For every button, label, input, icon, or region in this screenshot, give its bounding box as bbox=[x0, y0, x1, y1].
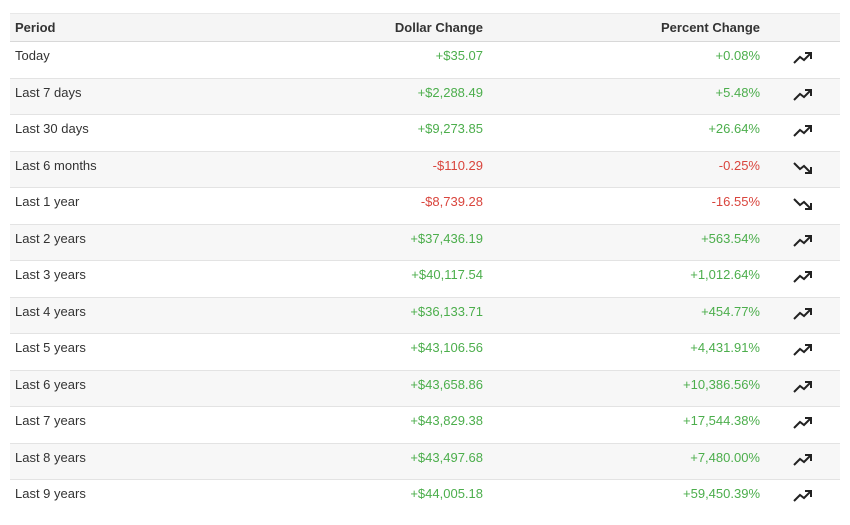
table-row: Last 3 years +$40,117.54 +1,012.64% bbox=[10, 261, 840, 298]
trending-up-icon bbox=[792, 417, 813, 433]
table-row: Last 2 years +$37,436.19 +563.54% bbox=[10, 224, 840, 261]
percent-change-cell: +563.54% bbox=[701, 230, 760, 246]
price-change-table: Period Dollar Change Percent Change Toda… bbox=[10, 13, 840, 516]
percent-change-cell: +26.64% bbox=[708, 121, 760, 136]
table-body: Today +$35.07 +0.08% Last 7 days +$2,288… bbox=[10, 42, 840, 517]
period-cell: Last 3 years bbox=[15, 267, 86, 282]
percent-change-column-header: Percent Change bbox=[661, 20, 760, 35]
percent-change-cell: +59,450.39% bbox=[683, 486, 760, 501]
period-cell: Last 4 years bbox=[15, 303, 86, 319]
trend-icon-cell bbox=[765, 443, 840, 480]
percent-change-cell: +7,480.00% bbox=[690, 449, 760, 465]
dollar-change-cell: +$44,005.18 bbox=[410, 486, 483, 501]
table-row: Last 5 years +$43,106.56 +4,431.91% bbox=[10, 334, 840, 371]
table-row: Last 7 years +$43,829.38 +17,544.38% bbox=[10, 407, 840, 444]
trending-down-icon bbox=[792, 198, 813, 214]
dollar-change-cell: +$37,436.19 bbox=[410, 230, 483, 246]
period-cell: Last 6 years bbox=[15, 376, 86, 392]
table-row: Last 7 days +$2,288.49 +5.48% bbox=[10, 78, 840, 115]
trending-up-icon bbox=[792, 125, 813, 141]
trend-icon-cell bbox=[765, 115, 840, 152]
percent-change-cell: +0.08% bbox=[715, 48, 760, 63]
trending-down-icon bbox=[792, 161, 813, 178]
table-row: Last 30 days +$9,273.85 +26.64% bbox=[10, 115, 840, 152]
table-row: Today +$35.07 +0.08% bbox=[10, 42, 840, 79]
trend-icon-cell bbox=[765, 261, 840, 298]
dollar-change-cell: -$110.29 bbox=[432, 157, 483, 173]
trending-up-icon bbox=[792, 88, 813, 105]
dollar-change-cell: +$43,829.38 bbox=[410, 413, 483, 428]
percent-change-cell: +1,012.64% bbox=[690, 267, 760, 282]
period-cell: Last 6 months bbox=[15, 157, 97, 173]
dollar-change-cell: +$43,106.56 bbox=[410, 340, 483, 355]
dollar-change-cell: -$8,739.28 bbox=[420, 194, 483, 209]
dollar-change-column-header: Dollar Change bbox=[394, 20, 483, 35]
price-change-table-container: Period Dollar Change Percent Change Toda… bbox=[10, 13, 840, 516]
trend-icon-cell bbox=[765, 334, 840, 371]
table-row: Last 8 years +$43,497.68 +7,480.00% bbox=[10, 443, 840, 480]
trend-icon-cell bbox=[765, 188, 840, 225]
trending-up-icon bbox=[792, 490, 813, 506]
table-row: Last 4 years +$36,133.71 +454.77% bbox=[10, 297, 840, 334]
percent-change-cell: +454.77% bbox=[701, 303, 760, 319]
trend-icon-cell bbox=[765, 370, 840, 407]
trend-icon-cell bbox=[765, 151, 840, 188]
period-cell: Last 7 days bbox=[15, 84, 82, 100]
trending-up-icon bbox=[792, 380, 813, 397]
trending-up-icon bbox=[792, 271, 813, 287]
trending-up-icon bbox=[792, 234, 813, 251]
dollar-change-cell: +$35.07 bbox=[435, 48, 483, 63]
trend-icon-cell bbox=[765, 78, 840, 115]
period-cell: Last 5 years bbox=[15, 340, 86, 355]
header-row: Period Dollar Change Percent Change bbox=[10, 13, 840, 42]
table-header: Period Dollar Change Percent Change bbox=[10, 13, 840, 42]
dollar-change-cell: +$36,133.71 bbox=[410, 303, 483, 319]
trend-icon-cell bbox=[765, 407, 840, 444]
dollar-change-cell: +$9,273.85 bbox=[417, 121, 483, 136]
trending-up-icon bbox=[792, 453, 813, 470]
table-row: Last 6 months -$110.29 -0.25% bbox=[10, 151, 840, 188]
period-cell: Today bbox=[15, 48, 50, 63]
trend-icon-cell bbox=[765, 297, 840, 334]
percent-change-cell: +10,386.56% bbox=[683, 376, 760, 392]
percent-change-cell: +5.48% bbox=[715, 84, 760, 100]
percent-change-cell: -16.55% bbox=[711, 194, 760, 209]
table-row: Last 6 years +$43,658.86 +10,386.56% bbox=[10, 370, 840, 407]
period-cell: Last 9 years bbox=[15, 486, 86, 501]
period-column-header: Period bbox=[15, 20, 56, 35]
table-row: Last 1 year -$8,739.28 -16.55% bbox=[10, 188, 840, 225]
period-cell: Last 7 years bbox=[15, 413, 86, 428]
trend-icon-cell bbox=[765, 42, 840, 79]
period-cell: Last 30 days bbox=[15, 121, 89, 136]
dollar-change-cell: +$43,658.86 bbox=[410, 376, 483, 392]
trending-up-icon bbox=[792, 344, 813, 360]
trend-icon-cell bbox=[765, 224, 840, 261]
percent-change-cell: +17,544.38% bbox=[683, 413, 760, 428]
percent-change-cell: +4,431.91% bbox=[690, 340, 760, 355]
dollar-change-cell: +$2,288.49 bbox=[417, 84, 483, 100]
dollar-change-cell: +$40,117.54 bbox=[411, 267, 483, 282]
dollar-change-cell: +$43,497.68 bbox=[410, 449, 483, 465]
table-row: Last 9 years +$44,005.18 +59,450.39% bbox=[10, 480, 840, 517]
period-cell: Last 8 years bbox=[15, 449, 86, 465]
trend-icon-cell bbox=[765, 480, 840, 517]
trend-column-header bbox=[765, 14, 840, 42]
percent-change-cell: -0.25% bbox=[718, 157, 760, 173]
period-cell: Last 2 years bbox=[15, 230, 86, 246]
trending-up-icon bbox=[792, 52, 813, 68]
period-cell: Last 1 year bbox=[15, 194, 80, 209]
trending-up-icon bbox=[792, 307, 813, 324]
